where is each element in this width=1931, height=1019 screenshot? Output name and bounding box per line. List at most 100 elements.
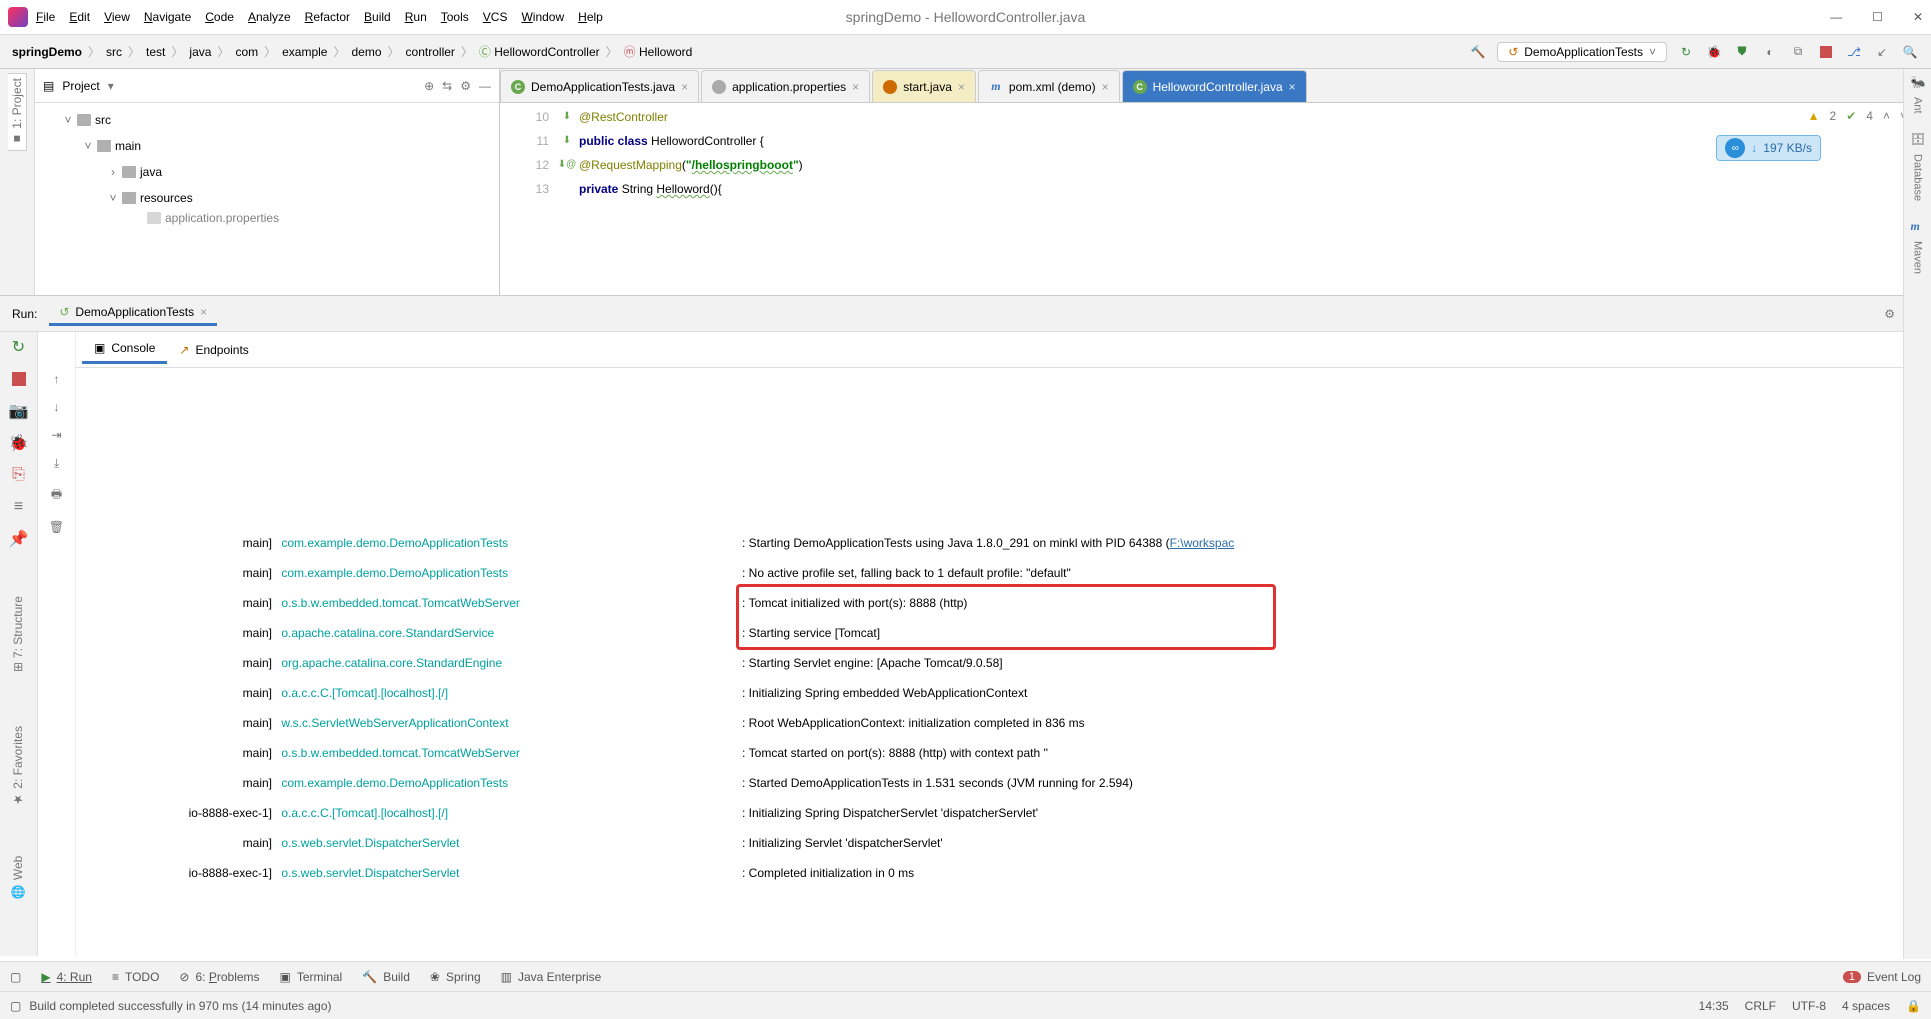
status-eol[interactable]: CRLF — [1745, 999, 1776, 1013]
chevron-down-icon[interactable]: ▾ — [108, 79, 114, 93]
gear-icon[interactable]: ⚙ — [1884, 307, 1895, 321]
menu-edit[interactable]: Edit — [69, 10, 90, 24]
settings-icon[interactable]: ⚙ — [460, 79, 471, 93]
bottom-tool-spring[interactable]: ❀Spring — [430, 970, 481, 984]
ant-tab[interactable]: Ant — [1910, 93, 1926, 118]
favorites-tab[interactable]: ★ 2: Favorites — [9, 720, 27, 813]
link[interactable]: F:\workspac — [1170, 528, 1235, 558]
web-tab[interactable]: 🌐 Web — [9, 850, 27, 905]
inspection-widget[interactable]: ▲2 ✔4 ˄ ˅ — [1808, 109, 1907, 123]
breadcrumb-item[interactable]: demo — [352, 45, 382, 59]
dump-threads-button[interactable]: 📷 — [10, 402, 28, 420]
clear-icon[interactable]: 🗑 — [49, 520, 64, 534]
code-content[interactable]: @RestControllerpublic class HellowordCon… — [579, 103, 803, 295]
chevron-icon[interactable]: ˅ — [108, 191, 118, 205]
profile-button[interactable]: ◐ — [1761, 43, 1779, 61]
editor-tab[interactable]: CDemoApplicationTests.java× — [500, 70, 699, 102]
breadcrumb-item[interactable]: Ⓒ HellowordController — [479, 43, 600, 60]
status-icon[interactable]: ▢ — [10, 999, 21, 1013]
up-icon[interactable]: ↑ — [54, 372, 60, 386]
rerun-button[interactable]: ↻ — [10, 338, 28, 356]
menu-view[interactable]: View — [104, 10, 130, 24]
code-editor[interactable]: 10111213 ⬇⬇⬇@ @RestControllerpublic clas… — [500, 103, 1931, 295]
breadcrumb-item[interactable]: test — [146, 45, 165, 59]
editor-tab[interactable]: application.properties× — [701, 70, 870, 102]
bottom-tool-todo[interactable]: ≡TODO — [112, 970, 159, 984]
minimize-button[interactable]: — — [1830, 10, 1842, 24]
close-icon[interactable]: × — [681, 80, 688, 94]
scroll-end-icon[interactable]: ⤓ — [54, 456, 59, 471]
menu-vcs[interactable]: VCS — [483, 10, 508, 24]
console-tab[interactable]: ▣ Console — [82, 335, 167, 364]
tree-node[interactable]: ˅src — [43, 107, 491, 133]
build-icon[interactable]: 🔨 — [1469, 43, 1487, 61]
stop-button[interactable] — [1817, 43, 1835, 61]
bottom-tool-run[interactable]: ▶4: Run — [41, 970, 92, 984]
breadcrumb-item[interactable]: controller — [406, 45, 455, 59]
coverage-button[interactable]: ⛊ — [1733, 43, 1751, 61]
bottom-tool-javaenterprise[interactable]: ▥Java Enterprise — [501, 970, 602, 984]
close-icon[interactable]: × — [852, 80, 859, 94]
bottom-tool-build[interactable]: 🔨Build — [362, 970, 410, 984]
layout-button[interactable]: ≡ — [10, 498, 28, 516]
chevron-up-icon[interactable]: ˄ — [1883, 109, 1890, 123]
chevron-icon[interactable]: ˅ — [83, 139, 93, 153]
menu-file[interactable]: File — [36, 10, 55, 24]
menu-tools[interactable]: Tools — [441, 10, 469, 24]
bottom-tool-terminal[interactable]: ▣Terminal — [280, 970, 343, 984]
tree-node[interactable]: ˅resources — [43, 185, 491, 211]
close-icon[interactable]: × — [1289, 80, 1296, 94]
maven-tab[interactable]: Maven — [1910, 237, 1926, 278]
menu-analyze[interactable]: Analyze — [248, 10, 291, 24]
editor-tab[interactable]: CHellowordController.java× — [1122, 70, 1307, 102]
chevron-icon[interactable]: › — [108, 165, 118, 179]
exit-button[interactable]: ⎘ — [10, 466, 28, 484]
project-tree[interactable]: ˅src˅main›java˅resourcesapplication.prop… — [35, 103, 499, 229]
menu-navigate[interactable]: Navigate — [144, 10, 191, 24]
attach-button[interactable]: ⧉ — [1789, 43, 1807, 61]
tree-node[interactable]: application.properties — [43, 211, 491, 225]
breadcrumb-item[interactable]: springDemo — [12, 45, 82, 59]
breadcrumb-item[interactable]: ⓜ Helloword — [624, 43, 693, 60]
status-encoding[interactable]: UTF-8 — [1792, 999, 1826, 1013]
run-button[interactable]: ↻ — [1677, 43, 1695, 61]
search-icon[interactable]: 🔍 — [1901, 43, 1919, 61]
run-config-tab[interactable]: ↺ DemoApplicationTests × — [49, 301, 217, 326]
hide-icon[interactable]: — — [479, 79, 491, 93]
expand-icon[interactable]: ⇆ — [442, 79, 452, 93]
endpoints-tab[interactable]: ↗ Endpoints — [167, 337, 260, 363]
breadcrumb-item[interactable]: java — [189, 45, 211, 59]
tree-node[interactable]: ˅main — [43, 133, 491, 159]
status-lock-icon[interactable]: 🔒 — [1906, 999, 1921, 1013]
debug-button[interactable]: 🐞 — [10, 434, 28, 452]
event-log[interactable]: 1Event Log — [1843, 970, 1921, 984]
menu-run[interactable]: Run — [405, 10, 427, 24]
tool-window-icon[interactable]: ▢ — [10, 970, 21, 984]
tree-node[interactable]: ›java — [43, 159, 491, 185]
close-icon[interactable]: × — [1102, 80, 1109, 94]
close-icon[interactable]: × — [958, 80, 965, 94]
menu-help[interactable]: Help — [578, 10, 603, 24]
stop-button[interactable] — [10, 370, 28, 388]
editor-tab[interactable]: mpom.xml (demo)× — [978, 70, 1120, 102]
update-icon[interactable]: ↙ — [1873, 43, 1891, 61]
maximize-button[interactable]: ☐ — [1872, 10, 1883, 24]
console-output[interactable]: main] com.example.demo.DemoApplicationTe… — [76, 368, 1931, 894]
git-icon[interactable]: ⎇ — [1845, 43, 1863, 61]
breadcrumb-item[interactable]: src — [106, 45, 122, 59]
run-configuration-selector[interactable]: ↺ DemoApplicationTests ˅ — [1497, 42, 1667, 62]
status-indent[interactable]: 4 spaces — [1842, 999, 1890, 1013]
print-icon[interactable]: 🖶 — [51, 485, 62, 506]
project-tool-tab[interactable]: ■ 1: Project — [8, 73, 27, 151]
structure-tab[interactable]: ⊞ 7: Structure — [9, 590, 27, 678]
pin-button[interactable]: 📌 — [10, 530, 28, 548]
debug-button[interactable]: 🐞 — [1705, 43, 1723, 61]
breadcrumb-item[interactable]: com — [235, 45, 258, 59]
menu-code[interactable]: Code — [205, 10, 234, 24]
database-tab[interactable]: Database — [1910, 150, 1926, 205]
down-icon[interactable]: ↓ — [54, 400, 60, 414]
editor-tab[interactable]: start.java× — [872, 70, 976, 102]
chevron-icon[interactable]: ˅ — [63, 113, 73, 127]
close-button[interactable]: ✕ — [1913, 10, 1923, 24]
breadcrumb-item[interactable]: example — [282, 45, 327, 59]
